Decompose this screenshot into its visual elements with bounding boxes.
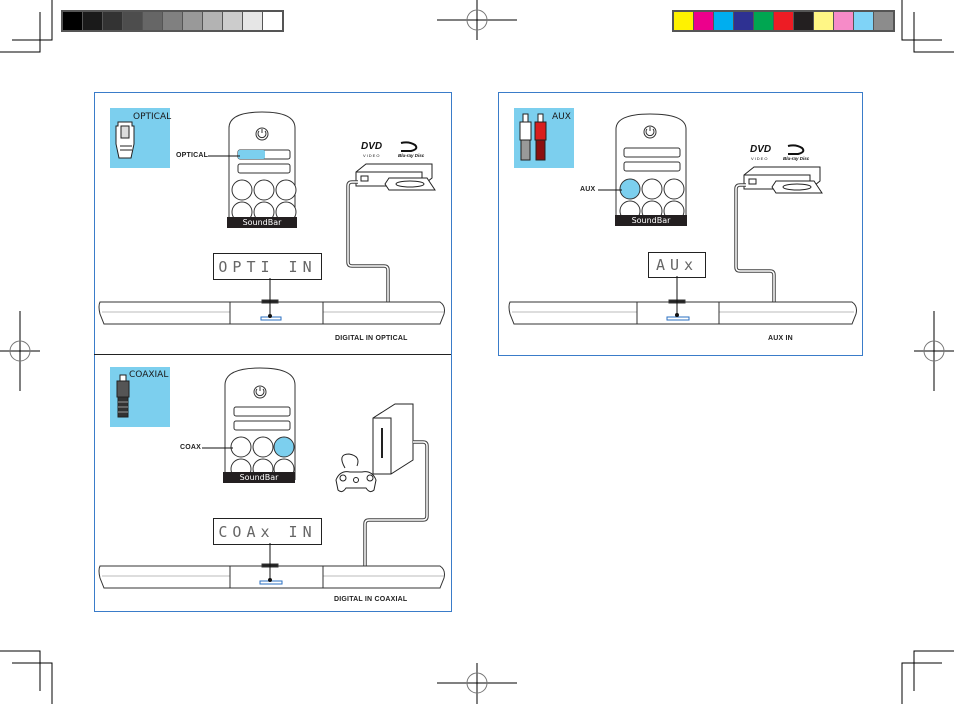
soundbar-aux [508,276,857,325]
aux-caption: AUX IN [768,335,793,342]
